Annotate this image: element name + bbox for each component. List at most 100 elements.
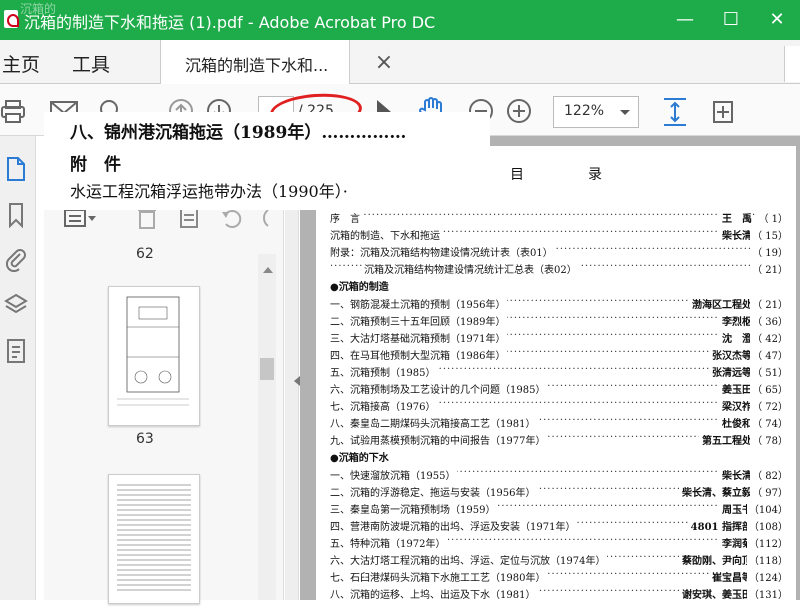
zoom-in-icon[interactable] [506, 98, 532, 124]
toc-row[interactable]: ········································… [330, 244, 790, 261]
toc-entry-page: （ 1） [756, 210, 788, 225]
toc-entry-title: 九、试验用蒸模预制沉箱的中间报告（1977年） [330, 432, 548, 448]
toc-row[interactable]: ········································… [330, 312, 790, 330]
toc-entry-title: 二、沉箱的浮游稳定、拖运与安装（1956年） [330, 483, 538, 499]
toc-entry-page: （ 42） [750, 329, 788, 345]
toc-row[interactable]: ········································… [330, 210, 790, 227]
fit-width-icon[interactable] [662, 96, 688, 128]
maximize-button[interactable]: ☐ [708, 0, 754, 40]
toc-entry-author: 王 禹 [719, 210, 752, 225]
page-thumbnails-icon[interactable] [4, 156, 28, 181]
toc-entry-title: 八、沉箱的运移、上坞、出运及下水（1981） [330, 586, 538, 602]
attachment-icon[interactable] [4, 246, 28, 273]
thumbnail-page-label: 62 [136, 246, 154, 262]
toc-entry-title: 三、大沽灯塔基础沉箱预制（1971年） [330, 329, 508, 345]
toc-row[interactable]: ········································… [330, 500, 790, 518]
toc-entry-page: （112） [746, 534, 788, 550]
toc-entry-title: 一、钢筋混凝土沉箱的预制（1956年） [330, 295, 508, 311]
toc-row[interactable]: ●沉箱的制造 [330, 278, 790, 295]
toc-row[interactable]: ········································… [330, 415, 790, 432]
toc-entry-title: 四、在马耳他预制大型沉箱（1986年） [330, 346, 508, 362]
acrobat-app-icon[interactable] [4, 10, 19, 28]
toc-row[interactable]: ········································… [330, 381, 790, 398]
toc-entry-title: 四、营港南防波堤沉箱的出坞、浮运及安装（1971年） [330, 517, 578, 533]
collapse-arrow-icon[interactable] [289, 376, 300, 386]
toc-entry-page: （ 65） [750, 381, 788, 396]
toc-entry-author: 4801 指挥部 [687, 517, 752, 533]
bookmark-text-overlay: 八、锦州港沉箱拖运（1989年）…………… 附 件 水运工程沉箱浮运拖带办法（1… [44, 112, 490, 210]
bookmark-icon[interactable] [4, 202, 28, 229]
tab-close-button[interactable]: × [372, 52, 396, 76]
toc-entry-author: 柴长清、蔡立毅 [679, 483, 752, 499]
toc-row[interactable]: ········································… [330, 329, 790, 347]
print-icon[interactable] [0, 98, 26, 124]
thumbnail-page[interactable] [108, 474, 200, 604]
thumbnail-scrollbar[interactable] [258, 254, 276, 600]
toc-row[interactable]: ········································… [330, 261, 790, 278]
toc-row[interactable]: ●沉箱的下水 [330, 449, 790, 466]
toc-entry-title: 沉箱及沉箱结构物建设情况统计汇总表（表02） [364, 261, 579, 277]
toc-row[interactable]: ········································… [330, 227, 790, 244]
toc-entry-author: 张汉杰等 [709, 346, 752, 362]
toc-entry-page: （ 72） [750, 398, 788, 414]
toc-entry-author: 柴长清 [719, 227, 752, 243]
thumbnail-page[interactable] [108, 286, 200, 426]
toc-entry-author: 第五工程处 [699, 432, 752, 448]
toc-entry-page: （ 19） [750, 244, 788, 260]
document-properties-icon[interactable] [4, 338, 28, 363]
toc-entry-author: 姜玉田 [719, 381, 752, 396]
toc-entry-title: 七、沉箱接高（1976） [330, 398, 438, 414]
thumbnail-scroll-thumb[interactable] [260, 358, 274, 380]
close-window-button[interactable]: ✕ [754, 0, 800, 40]
rotate-page-icon[interactable] [710, 98, 736, 126]
toc-entry-author: 崔宝昌等 [709, 569, 752, 585]
window-title: 沉箱的制造下水和拖运 (1).pdf - Adobe Acrobat Pro D… [24, 13, 436, 32]
toc-entry-page: （ 78） [750, 432, 788, 448]
toc-entry-author: 梁汉祚 [719, 398, 752, 414]
toc-entry-page: （131） [746, 586, 788, 602]
toc-entry-title: 八、秦皇岛二期煤码头沉箱接高工艺（1981） [330, 415, 538, 431]
layers-icon[interactable] [4, 292, 28, 316]
toc-row[interactable]: ········································… [330, 398, 790, 415]
toc-entry-page: （118） [746, 552, 788, 567]
toc-entry-page: （ 97） [750, 483, 788, 499]
scroll-up-arrow-icon[interactable] [263, 262, 273, 273]
toc-row[interactable]: ········································… [330, 363, 790, 381]
toc-entry-title: 一、快速溜放沉箱（1955） [330, 466, 458, 482]
tab-document[interactable]: 沉箱的制造下水和... [160, 40, 350, 84]
tab-bar [0, 40, 800, 84]
toc-row[interactable]: ········································… [330, 586, 790, 603]
minimize-button[interactable]: — [662, 0, 708, 40]
toc-entry-page: （ 82） [750, 466, 788, 482]
toc-entry-page: （ 21） [750, 261, 788, 277]
toc-row[interactable]: ········································… [330, 483, 790, 501]
toc-entry-title: 二、沉箱预制三十五年回顾（1989年） [330, 312, 508, 328]
toc-entry-title: 三、秦皇岛第一沉箱预制场（1959） [330, 500, 498, 516]
toc-row[interactable]: ········································… [330, 552, 790, 569]
toc-row[interactable]: ········································… [330, 432, 790, 449]
toc-entry-author: 沈 澄 [719, 329, 752, 345]
toc-entry-title: 附录：沉箱及沉箱结构物建设情况统计表（表01） [330, 244, 555, 260]
toc-entry-page: （124） [746, 569, 788, 585]
thumbnail-page-label: 63 [136, 431, 154, 447]
left-navigation-rail [0, 136, 36, 600]
toc-row[interactable]: ········································… [330, 569, 790, 586]
toc-entry-author: 蔡劭刚、尹向顶 [679, 552, 752, 567]
toc-row[interactable]: ········································… [330, 517, 790, 535]
toc-entry-page: （ 47） [750, 346, 788, 362]
chevron-down-icon [620, 110, 630, 120]
toc-entry-title: ●沉箱的下水 [330, 449, 391, 465]
toc-row[interactable]: ········································… [330, 346, 790, 364]
tab-tools[interactable]: 工具 [72, 50, 110, 77]
toc-row[interactable]: ········································… [330, 295, 790, 313]
toc-row[interactable]: ········································… [330, 466, 790, 484]
title-bar: 沉箱的 沉箱的制造下水和拖运 (1).pdf - Adobe Acrobat P… [0, 0, 800, 40]
thumbnail-options-icon[interactable] [64, 208, 96, 228]
tab-home[interactable]: 主页 [2, 50, 40, 77]
toc-heading: 目录 [510, 167, 666, 183]
toc-entry-title: 序 言 [330, 210, 362, 225]
toc-row[interactable]: ········································… [330, 534, 790, 552]
zoom-level-select[interactable]: 122% [553, 96, 639, 128]
toc-entry-page: （ 36） [750, 312, 788, 328]
document-tab-label: 沉箱的制造下水和... [185, 56, 329, 75]
